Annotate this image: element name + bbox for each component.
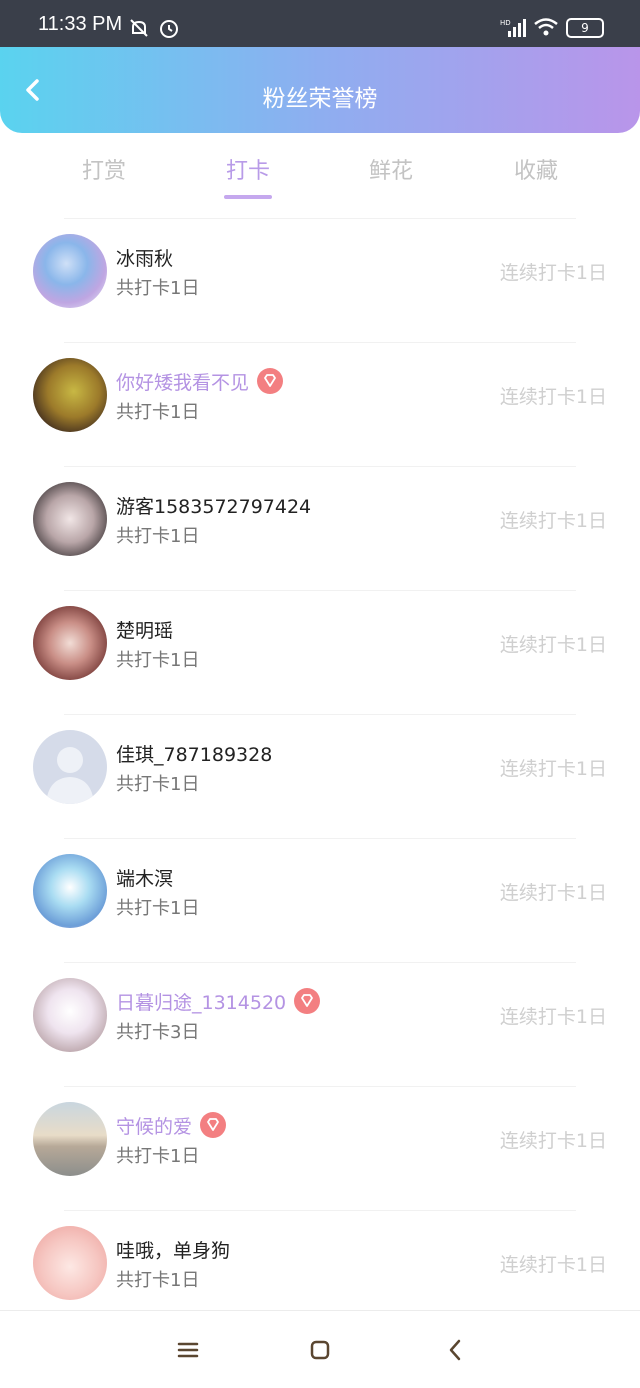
list-item[interactable]: 楚明瑶 共打卡1日 连续打卡1日 [0, 590, 640, 714]
total-checkin: 共打卡1日 [116, 1146, 200, 1167]
total-checkin: 共打卡1日 [116, 774, 200, 795]
tab-flowers[interactable]: 鲜花 [346, 153, 436, 185]
header: 粉丝荣誉榜 [0, 47, 640, 133]
user-name-vip[interactable]: 你好矮我看不见 [116, 368, 284, 395]
avatar[interactable] [33, 606, 107, 680]
divider [64, 1210, 576, 1211]
status-bar: 11:33 PM HD 9 [0, 0, 640, 47]
list-item[interactable]: 你好矮我看不见 共打卡1日 连续打卡1日 [0, 342, 640, 466]
avatar[interactable] [33, 234, 107, 308]
tab-reward[interactable]: 打赏 [59, 153, 149, 185]
divider [64, 1086, 576, 1087]
streak-checkin: 连续打卡1日 [499, 262, 607, 284]
streak-checkin: 连续打卡1日 [499, 510, 607, 532]
wifi-icon [534, 18, 558, 36]
streak-checkin: 连续打卡1日 [499, 882, 607, 904]
divider [64, 466, 576, 467]
list-item[interactable]: 端木溟 共打卡1日 连续打卡1日 [0, 838, 640, 962]
vip-diamond-icon [257, 368, 284, 394]
streak-checkin: 连续打卡1日 [499, 1254, 607, 1276]
nav-back-icon[interactable] [440, 1335, 470, 1365]
divider [64, 714, 576, 715]
list-item[interactable]: 佳琪_787189328 共打卡1日 连续打卡1日 [0, 714, 640, 838]
default-user-icon [46, 747, 94, 804]
home-icon[interactable] [305, 1335, 335, 1365]
tab-checkin[interactable]: 打卡 [203, 153, 293, 185]
list-item[interactable]: 游客1583572797424 共打卡1日 连续打卡1日 [0, 466, 640, 590]
total-checkin: 共打卡1日 [116, 402, 200, 423]
avatar[interactable] [33, 358, 107, 432]
user-name[interactable]: 端木溟 [116, 864, 173, 891]
list-item[interactable]: 守候的爱 共打卡1日 连续打卡1日 [0, 1086, 640, 1210]
user-name-text: 你好矮我看不见 [116, 372, 250, 394]
streak-checkin: 连续打卡1日 [499, 386, 607, 408]
user-name[interactable]: 游客1583572797424 [116, 492, 311, 519]
total-checkin: 共打卡1日 [116, 898, 200, 919]
tab-bar: 打赏 打卡 鲜花 收藏 [0, 133, 640, 219]
status-time: 11:33 PM [38, 13, 123, 35]
mute-notification-icon [130, 19, 148, 37]
divider [64, 838, 576, 839]
avatar[interactable] [33, 854, 107, 928]
battery-level: 9 [581, 21, 589, 35]
total-checkin: 共打卡3日 [116, 1022, 200, 1043]
divider [64, 962, 576, 963]
streak-checkin: 连续打卡1日 [499, 758, 607, 780]
avatar[interactable] [33, 482, 107, 556]
divider [64, 218, 576, 219]
streak-checkin: 连续打卡1日 [499, 1130, 607, 1152]
divider [64, 342, 576, 343]
avatar[interactable] [33, 978, 107, 1052]
user-name[interactable]: 佳琪_787189328 [116, 740, 272, 767]
user-name-text: 守候的爱 [116, 1116, 193, 1138]
total-checkin: 共打卡1日 [116, 1270, 200, 1291]
avatar[interactable] [33, 1102, 107, 1176]
alarm-icon [160, 20, 178, 38]
divider [64, 590, 576, 591]
vip-diamond-icon [200, 1112, 227, 1138]
streak-checkin: 连续打卡1日 [499, 634, 607, 656]
total-checkin: 共打卡1日 [116, 526, 200, 547]
user-name-text: 日暮归途_1314520 [116, 992, 287, 1014]
total-checkin: 共打卡1日 [116, 650, 200, 671]
user-name[interactable]: 哇哦，单身狗 [116, 1236, 230, 1263]
list-item[interactable]: 日暮归途_1314520 共打卡3日 连续打卡1日 [0, 962, 640, 1086]
battery-icon: 9 [566, 18, 604, 38]
list-item[interactable]: 冰雨秋 共打卡1日 连续打卡1日 [0, 218, 640, 342]
avatar[interactable] [33, 1226, 107, 1300]
tab-favorites[interactable]: 收藏 [491, 153, 581, 185]
page-title: 粉丝荣誉榜 [262, 86, 378, 112]
signal-icon: HD [500, 19, 526, 37]
vip-diamond-icon [294, 988, 321, 1014]
user-name[interactable]: 冰雨秋 [116, 244, 173, 271]
user-name[interactable]: 楚明瑶 [116, 616, 173, 643]
user-name-vip[interactable]: 日暮归途_1314520 [116, 988, 321, 1015]
system-nav-bar [0, 1310, 640, 1388]
default-avatar[interactable] [33, 730, 107, 804]
user-name-vip[interactable]: 守候的爱 [116, 1112, 227, 1139]
active-tab-indicator [224, 195, 272, 199]
streak-checkin: 连续打卡1日 [499, 1006, 607, 1028]
svg-text:HD: HD [500, 19, 511, 27]
menu-icon[interactable] [173, 1335, 203, 1365]
total-checkin: 共打卡1日 [116, 278, 200, 299]
